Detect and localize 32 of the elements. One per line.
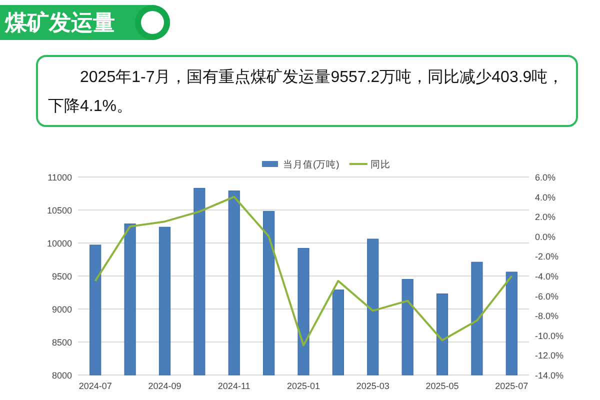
axis-label: 2025-05 <box>426 381 459 391</box>
axis-label: 2025-07 <box>495 381 528 391</box>
axis-label: 2024-09 <box>148 381 182 391</box>
axis-label: 2025-03 <box>356 381 390 391</box>
summary-paragraph: 2025年1-7月，国有重点煤矿发运量9557.2万吨，同比减少403.9吨，下降4.1%。 <box>36 55 578 127</box>
axis-label: -14.0% <box>535 370 564 380</box>
axis-label: 2025-01 <box>286 381 320 391</box>
axis-label: 10000 <box>46 238 72 248</box>
axis-label: 11000 <box>48 172 72 182</box>
axis-label: 2024-07 <box>78 381 112 391</box>
axis-label: -4.0% <box>535 272 559 282</box>
circle-icon <box>135 5 170 40</box>
axis-label: 8000 <box>52 370 72 380</box>
axis-label: 10500 <box>46 206 72 216</box>
legend-line <box>349 163 368 165</box>
axis-label: -12.0% <box>535 350 564 361</box>
axis-label: -8.0% <box>535 311 559 322</box>
axis-label: 4.0% <box>535 192 556 202</box>
axis-label: 2024-11 <box>218 381 250 391</box>
axis-label: 9000 <box>52 304 72 314</box>
section-title: 煤矿发运量 <box>5 8 116 36</box>
axis-label: -2.0% <box>535 252 559 262</box>
axis-label: 0.0% <box>535 232 556 242</box>
axis-label: 2.0% <box>535 212 556 222</box>
legend-label: 当月值(万吨) <box>283 160 340 170</box>
axis-label: -6.0% <box>535 291 559 302</box>
axis-label: 6.0% <box>535 172 556 182</box>
axis-label: -10.0% <box>535 330 564 341</box>
legend-swatch <box>262 161 278 167</box>
axis-label: 9500 <box>52 272 72 282</box>
axis-label: 8500 <box>52 338 72 348</box>
legend-label: 同比 <box>370 160 390 170</box>
